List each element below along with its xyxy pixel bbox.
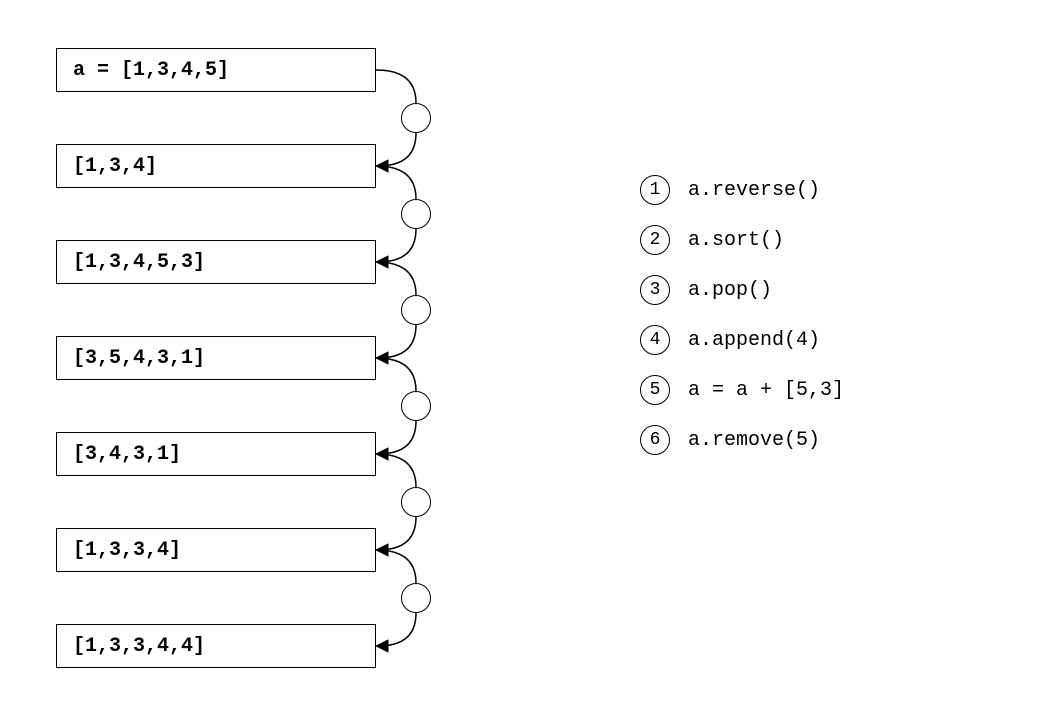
state-box-4: [3,4,3,1] <box>56 432 376 476</box>
state-box-initial: a = [1,3,4,5] <box>56 48 376 92</box>
legend-number-3: 3 <box>640 275 670 305</box>
legend-item-4: 4 a.append(4) <box>640 315 844 365</box>
state-box-6: [1,3,3,4,4] <box>56 624 376 668</box>
legend-text-2: a.sort() <box>688 229 784 252</box>
legend-item-6: 6 a.remove(5) <box>640 415 844 465</box>
legend-text-6: a.remove(5) <box>688 429 820 452</box>
legend: 1 a.reverse() 2 a.sort() 3 a.pop() 4 a.append(4… <box>640 165 844 465</box>
diagram-stage: a = [1,3,4,5] [1,3,4] [1,3,4,5,3] [3,5,4,3,… <box>0 0 1058 717</box>
legend-number-5: 5 <box>640 375 670 405</box>
legend-text-1: a.reverse() <box>688 179 820 202</box>
state-box-1: [1,3,4] <box>56 144 376 188</box>
legend-number-1: 1 <box>640 175 670 205</box>
answer-slot-2[interactable] <box>401 199 431 229</box>
legend-item-3: 3 a.pop() <box>640 265 844 315</box>
answer-slot-5[interactable] <box>401 487 431 517</box>
answer-slot-3[interactable] <box>401 295 431 325</box>
legend-text-5: a = a + [5,3] <box>688 379 844 402</box>
legend-number-6: 6 <box>640 425 670 455</box>
state-box-3: [3,5,4,3,1] <box>56 336 376 380</box>
legend-number-4: 4 <box>640 325 670 355</box>
legend-number-2: 2 <box>640 225 670 255</box>
legend-item-1: 1 a.reverse() <box>640 165 844 215</box>
legend-item-2: 2 a.sort() <box>640 215 844 265</box>
legend-text-4: a.append(4) <box>688 329 820 352</box>
legend-text-3: a.pop() <box>688 279 772 302</box>
answer-slot-4[interactable] <box>401 391 431 421</box>
legend-item-5: 5 a = a + [5,3] <box>640 365 844 415</box>
answer-slot-6[interactable] <box>401 583 431 613</box>
answer-slot-1[interactable] <box>401 103 431 133</box>
state-box-5: [1,3,3,4] <box>56 528 376 572</box>
state-box-2: [1,3,4,5,3] <box>56 240 376 284</box>
